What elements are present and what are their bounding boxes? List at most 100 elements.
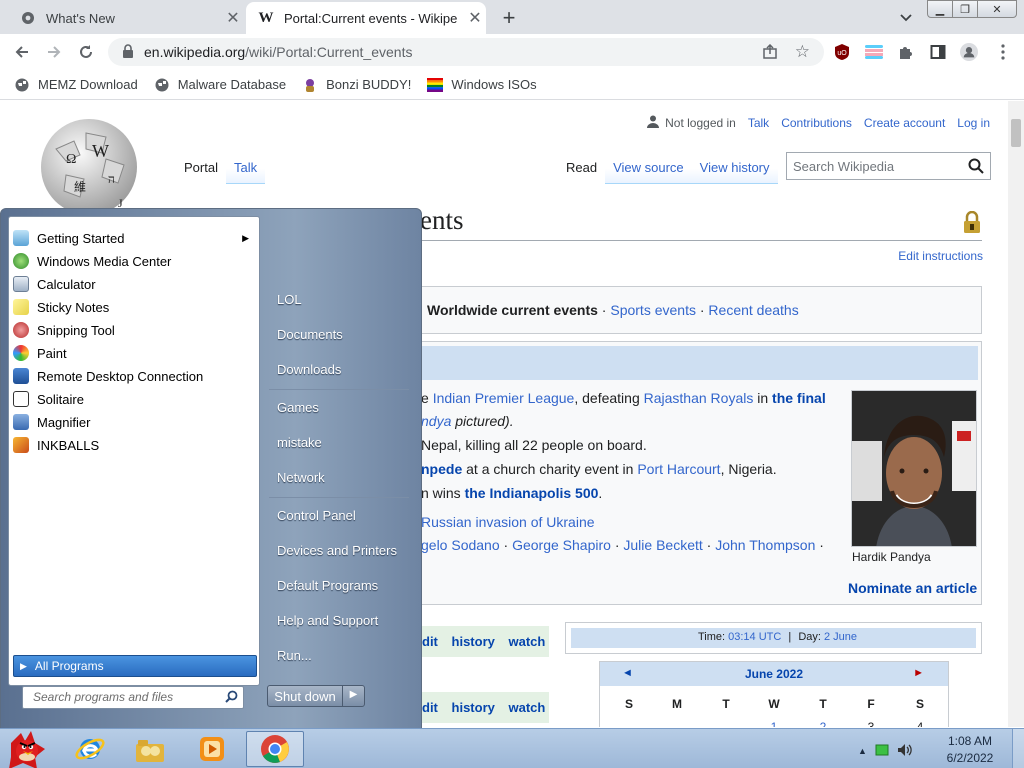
start-orb-angry-bird-icon[interactable] [0, 731, 56, 768]
start-link-lol[interactable]: LOL [277, 292, 302, 307]
close-icon[interactable]: ✕ [464, 8, 486, 28]
tab-read[interactable]: Read [558, 154, 606, 184]
port-harcourt-link[interactable]: Port Harcourt [637, 461, 720, 477]
death-link[interactable]: George Shapiro [512, 537, 611, 553]
death-link[interactable]: Julie Beckett [623, 537, 702, 553]
program-calculator[interactable]: Calculator [13, 273, 257, 295]
tab-search-chevron-icon[interactable] [898, 9, 914, 25]
program-paint[interactable]: Paint [13, 342, 257, 364]
windows-explorer-folder-icon[interactable] [122, 731, 178, 767]
watch-link[interactable]: watch [508, 700, 545, 715]
start-link-downloads[interactable]: Downloads [277, 362, 341, 377]
create-account-link[interactable]: Create account [864, 116, 945, 130]
start-link-mistake[interactable]: mistake [277, 435, 322, 450]
start-link-documents[interactable]: Documents [277, 327, 343, 342]
ublock-icon[interactable]: uO [833, 43, 851, 61]
previous-month-arrow[interactable]: ◄ [622, 667, 633, 679]
tab-view-history[interactable]: View history [691, 154, 778, 184]
extensions-puzzle-icon[interactable] [897, 43, 915, 61]
death-link[interactable]: John Thompson [715, 537, 815, 553]
close-icon[interactable]: ✕ [222, 8, 244, 28]
calendar-month[interactable]: June 2022 [745, 667, 803, 681]
edit-link[interactable]: dit [422, 634, 438, 649]
minimize-button[interactable]: ▁ [927, 0, 953, 18]
calendar-day[interactable]: 1 [764, 720, 784, 727]
back-arrow-icon[interactable] [12, 42, 32, 62]
side-panel-icon[interactable] [929, 43, 947, 61]
restore-button[interactable]: ❐ [952, 0, 978, 18]
history-link[interactable]: history [452, 634, 495, 649]
tab-talk[interactable]: Talk [225, 154, 266, 184]
login-link[interactable]: Log in [957, 116, 990, 130]
contributions-link[interactable]: Contributions [781, 116, 852, 130]
internet-explorer-icon[interactable] [62, 731, 118, 767]
start-link-run[interactable]: Run... [277, 648, 312, 663]
start-link-control-panel[interactable]: Control Panel [277, 508, 356, 523]
day-value[interactable]: 2 June [824, 631, 857, 643]
bookmark-windows-isos[interactable]: Windows ISOs [427, 77, 537, 93]
program-snipping-tool[interactable]: Snipping Tool [13, 319, 257, 341]
protection-lock-icon[interactable] [963, 210, 981, 236]
pandya-link[interactable]: ndya [421, 413, 451, 429]
wiki-search-input[interactable]: Search Wikipedia [786, 152, 991, 180]
calendar-day[interactable]: 4 [910, 720, 930, 727]
bookmark-bonzi-buddy[interactable]: Bonzi BUDDY! [302, 77, 411, 93]
tab-whats-new[interactable]: What's New ✕ [8, 2, 244, 34]
page-scrollbar[interactable] [1008, 101, 1024, 727]
start-link-network[interactable]: Network [277, 470, 325, 485]
stampede-link[interactable]: npede [421, 461, 462, 477]
next-month-arrow[interactable]: ► [913, 667, 924, 679]
chrome-taskbar-button[interactable] [246, 731, 304, 767]
show-desktop-button[interactable] [1012, 729, 1024, 768]
lock-icon[interactable] [122, 43, 134, 61]
calendar-day[interactable]: 2 [813, 720, 833, 727]
search-icon[interactable] [225, 690, 238, 706]
talk-link[interactable]: Talk [748, 116, 769, 130]
death-link[interactable]: gelo Sodano [421, 537, 500, 553]
share-icon[interactable] [762, 43, 778, 63]
taskbar-clock[interactable]: 1:08 AM 6/2/2022 [940, 733, 1000, 767]
program-sticky-notes[interactable]: Sticky Notes [13, 296, 257, 318]
search-icon[interactable] [968, 158, 984, 177]
action-center-flag-icon[interactable] [875, 743, 889, 760]
program-windows-media-center[interactable]: Windows Media Center [13, 250, 257, 272]
shutdown-button[interactable]: Shut down ▶ [267, 685, 365, 707]
wikipedia-globe-logo[interactable]: Ω W 維 ה J [36, 119, 142, 215]
edit-instructions-link[interactable]: Edit instructions [898, 249, 983, 263]
tab-wikipedia[interactable]: W Portal:Current events - Wikipe ✕ [246, 2, 486, 34]
bookmark-memz[interactable]: MEMZ Download [14, 77, 138, 93]
scrollbar-thumb[interactable] [1011, 119, 1021, 147]
shutdown-label[interactable]: Shut down [268, 686, 343, 706]
media-player-icon[interactable] [184, 731, 240, 767]
russian-invasion-link[interactable]: Russian invasion of Ukraine [421, 514, 595, 530]
close-window-button[interactable]: ✕ [977, 0, 1017, 18]
start-search-input[interactable]: Search programs and files [22, 686, 244, 709]
volume-icon[interactable] [897, 743, 913, 760]
extension-flag-icon[interactable] [865, 43, 883, 61]
menu-kebab-icon[interactable] [994, 43, 1012, 61]
indianapolis-500-link[interactable]: the Indianapolis 500 [465, 485, 599, 501]
time-value[interactable]: 03:14 UTC [728, 631, 781, 643]
start-link-devices-printers[interactable]: Devices and Printers [277, 543, 397, 558]
history-link[interactable]: history [452, 700, 495, 715]
ipl-link[interactable]: Indian Premier League [433, 390, 575, 406]
address-bar[interactable]: en.wikipedia.org/wiki/Portal:Current_eve… [108, 38, 824, 66]
tab-portal[interactable]: Portal [176, 154, 226, 184]
forward-arrow-icon[interactable] [44, 42, 64, 62]
tab-view-source[interactable]: View source [605, 154, 692, 184]
the-final-link[interactable]: the final [772, 390, 826, 406]
new-tab-button[interactable]: + [498, 5, 520, 31]
program-remote-desktop[interactable]: Remote Desktop Connection [13, 365, 257, 387]
bookmark-star-icon[interactable]: ☆ [795, 42, 810, 62]
profile-avatar-icon[interactable] [960, 43, 978, 61]
program-inkballs[interactable]: INKBALLS [13, 434, 257, 456]
start-link-games[interactable]: Games [277, 400, 319, 415]
program-solitaire[interactable]: Solitaire [13, 388, 257, 410]
start-link-help-support[interactable]: Help and Support [277, 613, 378, 628]
sports-events-link[interactable]: Sports events [610, 302, 696, 318]
watch-link[interactable]: watch [508, 634, 545, 649]
calendar-day[interactable]: 3 [861, 720, 881, 727]
recent-deaths-link[interactable]: Recent deaths [708, 302, 798, 318]
rajasthan-royals-link[interactable]: Rajasthan Royals [644, 390, 754, 406]
bookmark-malware-database[interactable]: Malware Database [154, 77, 286, 93]
